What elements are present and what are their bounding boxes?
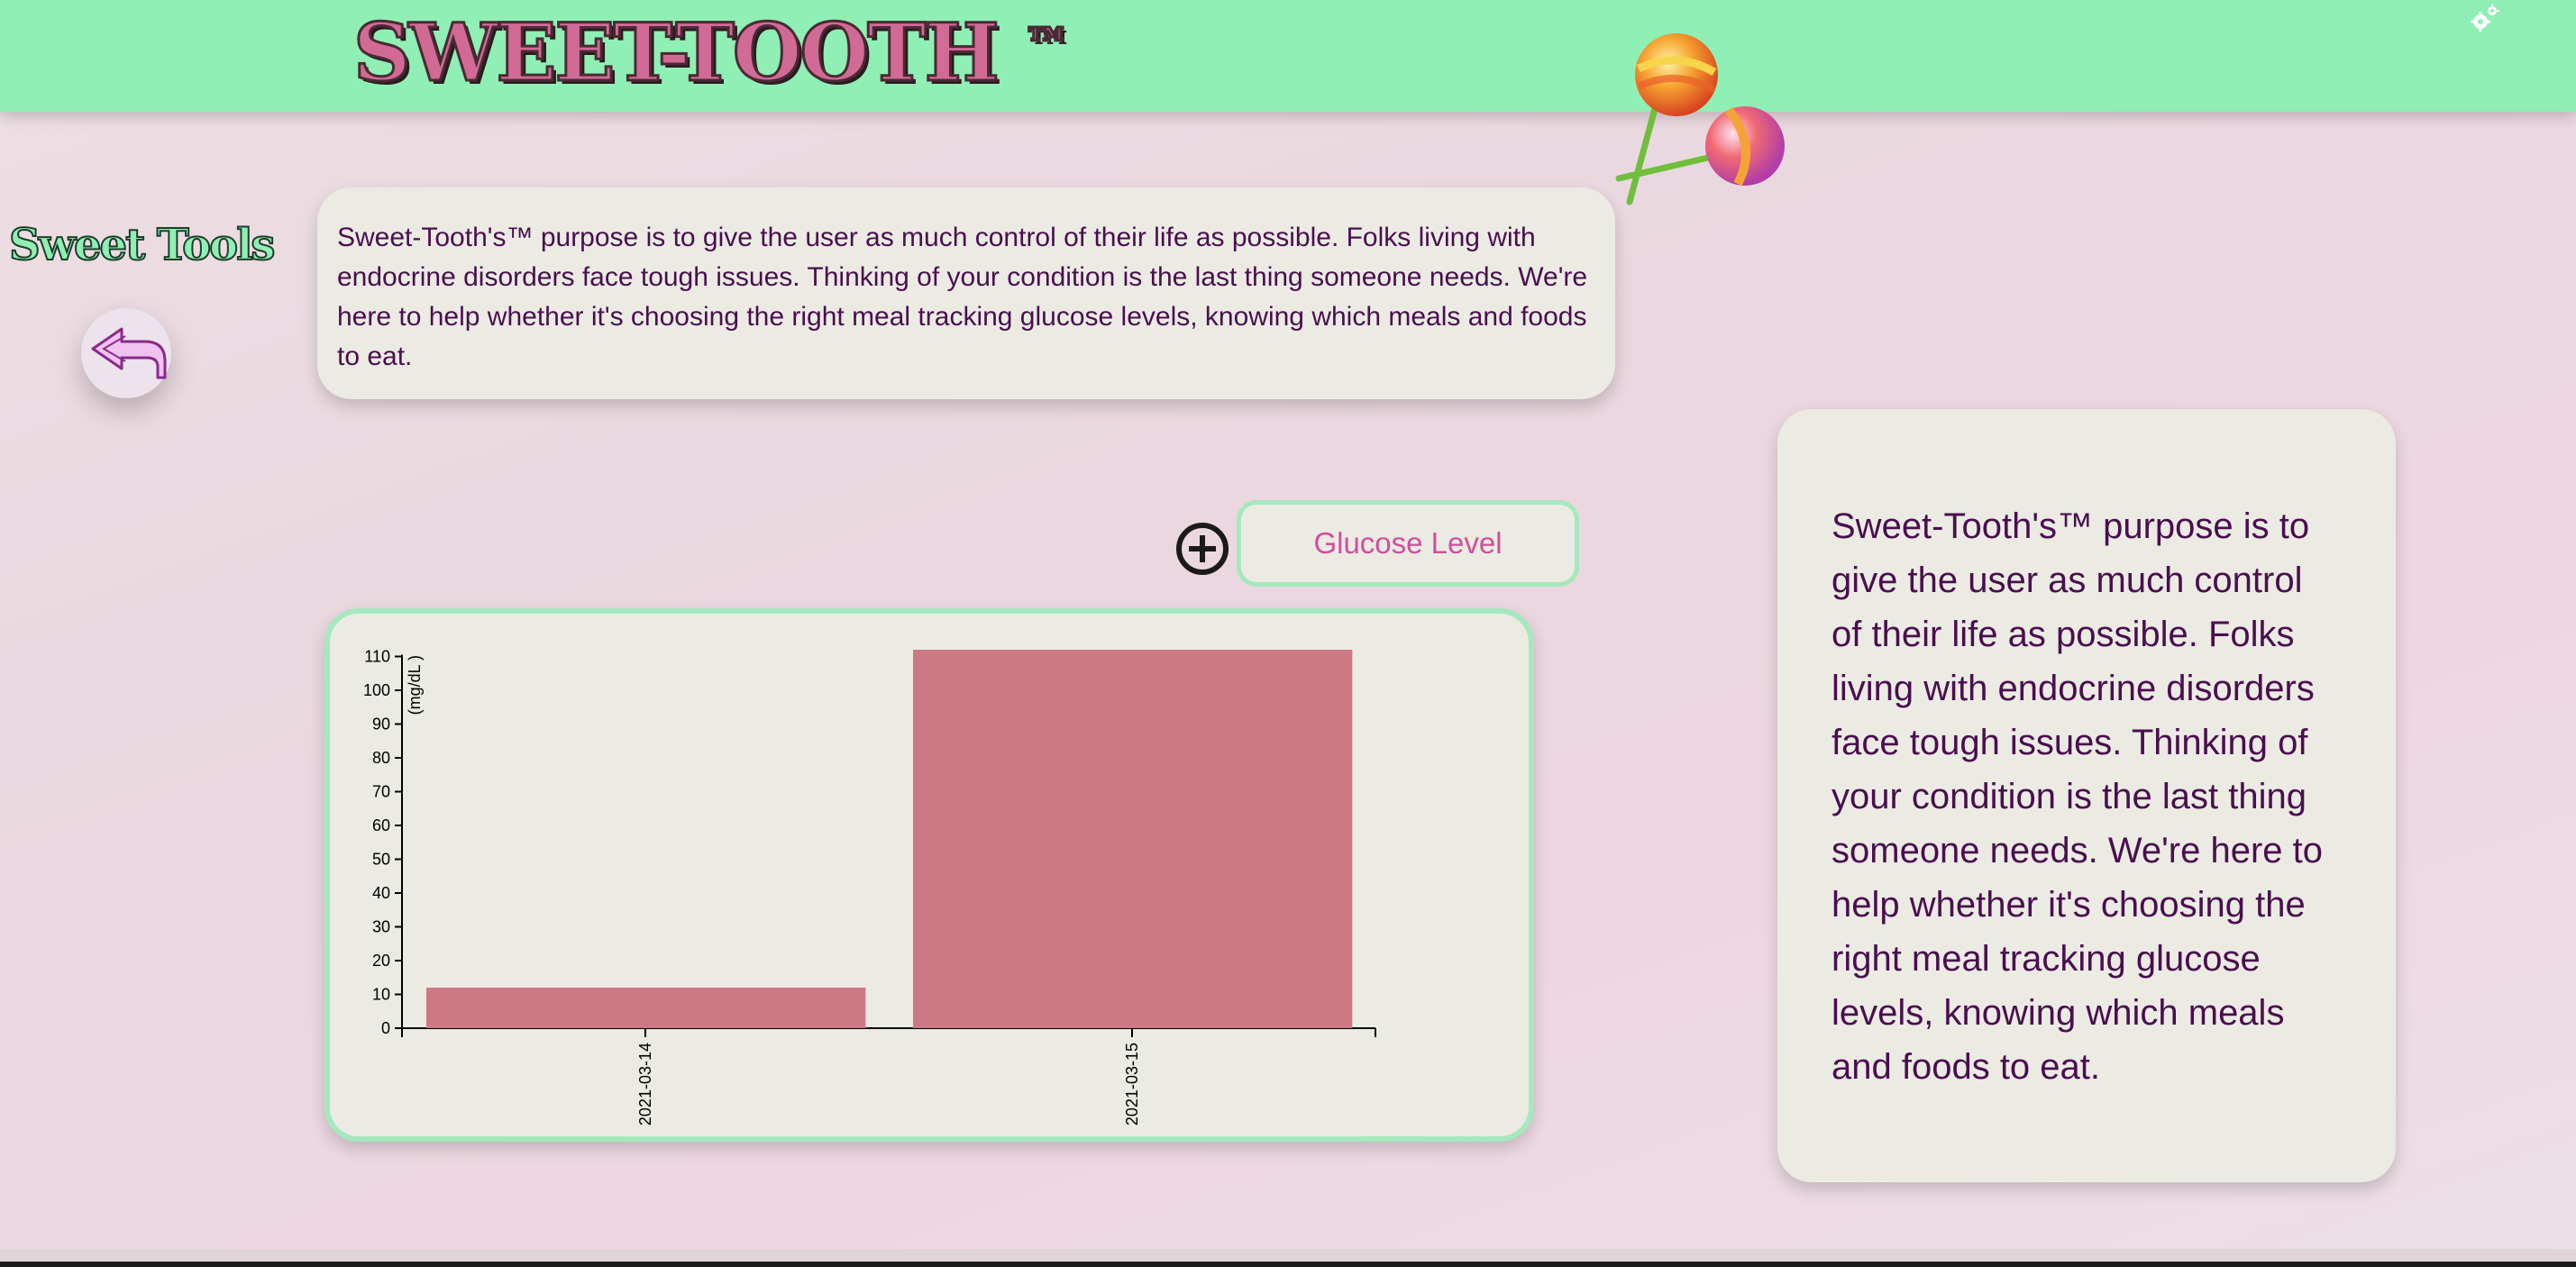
brand-logo[interactable]: SWEET-TOOTH ™ [352, 5, 1072, 101]
bar [913, 650, 1353, 1028]
bar [426, 988, 866, 1028]
plus-circle-icon[interactable] [1174, 521, 1230, 577]
back-button[interactable] [81, 308, 171, 398]
glucose-level-button[interactable]: Glucose Level [1237, 500, 1579, 587]
bottom-edge [0, 1249, 2576, 1267]
trademark-symbol: ™ [1022, 17, 1072, 75]
y-tick-label: 60 [372, 816, 390, 834]
y-tick-label: 70 [372, 783, 390, 801]
x-tick-label: 2021-03-14 [636, 1043, 654, 1126]
glucose-bar-chart: 0 10 20 30 40 50 60 70 80 90 100 110 (mg/dL ) 2021-03… [363, 648, 1376, 1126]
info-text: Sweet-Tooth's™ purpose is to give the us… [1832, 506, 2323, 1087]
gears-icon[interactable] [2468, 2, 2500, 34]
y-tick-label: 50 [372, 851, 390, 869]
back-arrow-icon [91, 327, 167, 379]
y-tick-label: 110 [364, 648, 390, 666]
intro-text: Sweet-Tooth's™ purpose is to give the us… [337, 223, 1588, 371]
y-tick-label: 0 [381, 1019, 390, 1037]
x-tick-label: 2021-03-15 [1123, 1043, 1141, 1126]
y-tick-label: 90 [372, 716, 390, 734]
lollipops-decoration [1615, 33, 1785, 205]
y-tick-label: 40 [372, 884, 390, 902]
y-tick-label: 20 [372, 952, 390, 970]
intro-card: Sweet-Tooth's™ purpose is to give the us… [317, 187, 1615, 399]
sweet-tools-title: Sweet Tools [8, 219, 276, 271]
brand-name: SWEET-TOOTH [352, 5, 1001, 101]
y-axis-label: (mg/dL ) [406, 655, 424, 715]
glucose-chart-card: 0 10 20 30 40 50 60 70 80 90 100 110 (mg/dL ) 2021-03… [324, 608, 1534, 1142]
y-tick-label: 10 [372, 986, 390, 1004]
app-header: SWEET-TOOTH ™ [0, 0, 2576, 112]
y-tick-label: 100 [363, 681, 390, 699]
info-card: Sweet-Tooth's™ purpose is to give the us… [1777, 409, 2396, 1182]
y-tick-label: 80 [372, 749, 390, 767]
y-tick-label: 30 [372, 918, 390, 936]
